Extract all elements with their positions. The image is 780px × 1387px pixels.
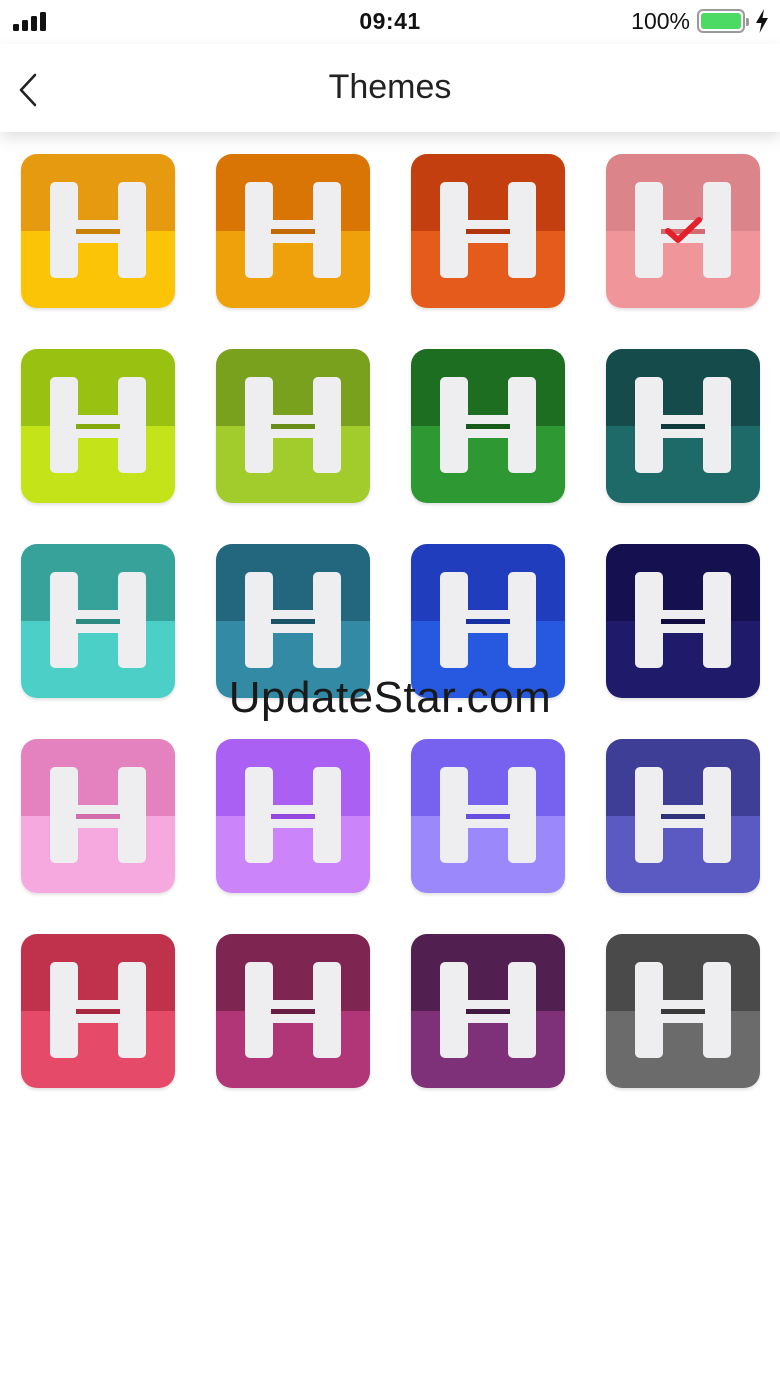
theme-tile-plum[interactable] xyxy=(411,934,565,1088)
theme-tile-amber[interactable] xyxy=(21,154,175,308)
theme-tile-pink[interactable] xyxy=(21,739,175,893)
h-logo-icon xyxy=(50,767,146,863)
h-logo-icon xyxy=(245,377,341,473)
h-logo-icon xyxy=(50,377,146,473)
theme-tile-salmon[interactable] xyxy=(606,154,760,308)
navigation-bar: Themes xyxy=(0,44,780,132)
theme-tile-crimson[interactable] xyxy=(21,934,175,1088)
h-logo-icon xyxy=(635,767,731,863)
h-logo-icon xyxy=(440,962,536,1058)
h-logo-icon xyxy=(440,767,536,863)
h-logo-icon xyxy=(245,962,341,1058)
theme-tile-lavender[interactable] xyxy=(411,739,565,893)
theme-tile-green[interactable] xyxy=(411,349,565,503)
page-title: Themes xyxy=(328,68,452,106)
theme-tile-olive[interactable] xyxy=(216,349,370,503)
h-logo-icon xyxy=(440,377,536,473)
theme-tile-gray[interactable] xyxy=(606,934,760,1088)
watermark-text: UpdateStar.com xyxy=(228,673,552,722)
h-logo-icon xyxy=(635,377,731,473)
theme-tile-red-orange[interactable] xyxy=(411,154,565,308)
h-logo-icon xyxy=(50,962,146,1058)
battery-icon xyxy=(697,9,749,33)
theme-tile-violet[interactable] xyxy=(216,739,370,893)
battery-percentage: 100% xyxy=(631,8,690,34)
status-bar: 09:41 100% xyxy=(0,0,780,44)
h-logo-icon xyxy=(635,962,731,1058)
theme-tile-orange[interactable] xyxy=(216,154,370,308)
h-logo-icon xyxy=(440,182,536,278)
charging-bolt-icon xyxy=(756,9,768,33)
h-logo-icon xyxy=(245,182,341,278)
h-logo-icon xyxy=(50,182,146,278)
theme-tile-yellow-green[interactable] xyxy=(21,349,175,503)
theme-tile-teal-dark[interactable] xyxy=(606,349,760,503)
theme-tile-magenta-dark[interactable] xyxy=(216,934,370,1088)
h-logo-icon xyxy=(245,767,341,863)
theme-tile-indigo[interactable] xyxy=(606,739,760,893)
checkmark-icon xyxy=(665,217,702,243)
